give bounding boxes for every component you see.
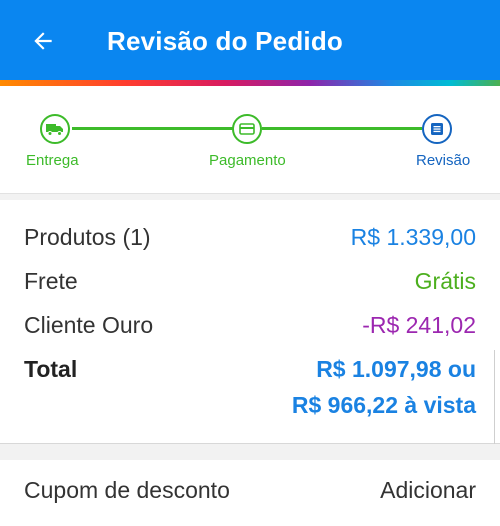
step-label-payment: Pagamento (209, 152, 286, 169)
gold-customer-discount: -R$ 241,02 (362, 312, 476, 338)
step-connector (262, 127, 422, 130)
app-bar: Revisão do Pedido (0, 0, 500, 80)
checkout-stepper: Entrega Pagamento Revisão (0, 86, 500, 194)
shipping-value: Grátis (414, 268, 476, 294)
step-review[interactable] (422, 114, 452, 144)
order-summary: Produtos (1) R$ 1.339,00 Frete Grátis Cl… (0, 200, 500, 444)
add-coupon-button[interactable]: Adicionar (380, 477, 476, 504)
coupon-label: Cupom de desconto (24, 477, 230, 503)
step-label-review: Revisão (416, 152, 471, 169)
total-value: R$ 1.097,98 ou (316, 356, 476, 382)
total-cash-value: R$ 966,22 à vista (291, 392, 476, 418)
step-label-delivery: Entrega (26, 152, 79, 169)
credit-card-icon (239, 123, 255, 135)
coupon-row[interactable]: Cupom de desconto Adicionar (0, 460, 500, 526)
truck-icon (46, 124, 63, 136)
scrollbar[interactable] (494, 350, 500, 444)
step-delivery[interactable] (40, 114, 70, 144)
products-value: R$ 1.339,00 (350, 224, 476, 250)
shipping-label: Frete (24, 268, 78, 294)
page-title: Revisão do Pedido (107, 26, 344, 56)
total-label: Total (24, 356, 78, 382)
document-icon (431, 123, 443, 135)
step-connector (72, 127, 234, 130)
arrow-left-icon[interactable] (30, 28, 56, 54)
products-label: Produtos (1) (24, 224, 151, 250)
gold-customer-label: Cliente Ouro (24, 312, 154, 338)
step-payment[interactable] (232, 114, 262, 144)
